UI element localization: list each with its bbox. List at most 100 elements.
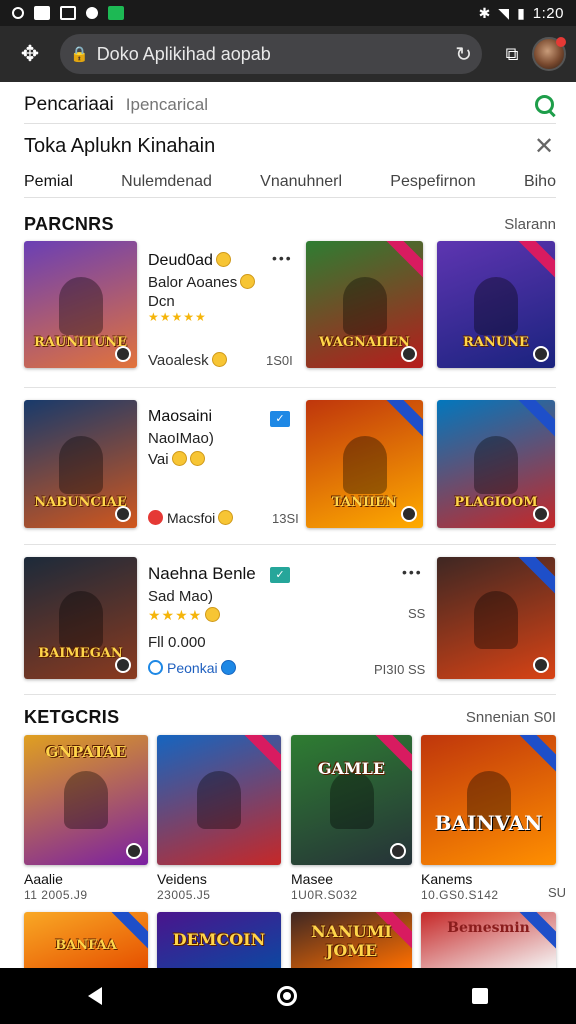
game-footer: Macsfoi [148, 510, 234, 526]
game-art [58, 591, 103, 650]
category-card[interactable]: GAMLE Masee 1U0R.S032 [291, 735, 412, 905]
more-icon[interactable]: ••• [402, 564, 423, 580]
category-count: 1U0R.S032 [291, 888, 358, 902]
avatar[interactable] [532, 37, 566, 71]
publisher-badge-icon [401, 506, 417, 522]
category-thumbnail: BAINVAN [421, 735, 556, 865]
game-thumbnail[interactable]: BAIMEGAN [24, 557, 137, 679]
publisher-badge-icon [533, 657, 549, 673]
category-count: 10.GS0.S142 [421, 888, 499, 902]
game-meta: 1S0I [266, 353, 293, 368]
tile-title: NANUMI JOME [311, 922, 392, 960]
category-thumbnail[interactable]: Bemesmin [421, 912, 556, 968]
tab-item[interactable]: Vnanuhnerl [260, 173, 342, 191]
tabs-icon[interactable]: ⧉ [492, 34, 532, 74]
ribbon-badge [241, 735, 281, 775]
game-tile[interactable]: WAGNAIIEN [306, 241, 423, 368]
category-thumbnail [157, 735, 281, 865]
game-art [474, 591, 518, 650]
battery-icon: ▮ [517, 4, 525, 21]
ribbon-badge [516, 735, 556, 775]
game-thumbnail[interactable]: NABUNCIAE [24, 400, 137, 528]
publisher-badge-icon [533, 346, 549, 362]
notification-icon [12, 7, 24, 19]
tab-item[interactable]: Pemial [24, 173, 73, 191]
tab-item[interactable]: Pespefirnon [390, 173, 475, 191]
game-art [64, 771, 108, 830]
game-art [474, 435, 518, 494]
game-footer: Vaoalesk [148, 352, 227, 369]
verified-icon: ✓ [270, 567, 290, 583]
publisher-badge-icon [533, 506, 549, 522]
game-art [197, 771, 241, 830]
ribbon-badge [515, 400, 555, 440]
game-meta-top: SS [408, 606, 426, 621]
notification-icons [12, 6, 124, 20]
tile-title: BAINVAN [434, 811, 543, 835]
pin-icon [148, 660, 163, 675]
category-thumbnail[interactable]: BANFAA [24, 912, 148, 968]
game-footer: Peonkai [148, 660, 236, 676]
divider [24, 544, 556, 545]
search-icon[interactable] [534, 94, 556, 116]
home-icon[interactable] [276, 986, 297, 1006]
game-developer: NaoIMao) [148, 430, 214, 447]
emoji-icon [215, 252, 231, 267]
game-art [329, 771, 374, 830]
publisher-badge-icon [115, 506, 131, 522]
ribbon-badge [515, 557, 555, 597]
tile-title: Bemesmin [447, 920, 530, 936]
game-tile[interactable]: TANIIEN [306, 400, 423, 528]
browser-toolbar: ✥ 🔒 Doko Aplikihad aopab ↻ ⧉ [0, 26, 576, 82]
pin-icon [148, 510, 163, 525]
game-detail: Vai [148, 451, 169, 468]
emoji-icon [220, 660, 236, 675]
publisher-badge-icon [115, 657, 131, 673]
category-card[interactable]: BAINVAN Kanems 10.GS0.S142 [421, 735, 556, 905]
bluetooth-icon: ✱ [478, 4, 491, 21]
back-icon[interactable]: ✥ [10, 34, 50, 74]
game-tile[interactable]: RANUNE [437, 241, 555, 368]
game-art [342, 435, 387, 494]
category-name: Aaalie [24, 871, 63, 887]
verified-icon: ✓ [270, 411, 290, 427]
divider [24, 387, 556, 388]
tile-title: GNPATAE [45, 743, 127, 761]
emoji-icon [218, 510, 234, 525]
category-card[interactable]: Veidens 23005.J5 [157, 735, 281, 905]
game-art [342, 276, 387, 335]
game-tile[interactable] [437, 557, 555, 679]
section-title: PARCNRS [24, 213, 114, 234]
more-icon[interactable]: ••• [272, 250, 293, 266]
category-name: Veidens [157, 871, 207, 887]
game-thumbnail[interactable]: RAUNITUNE [24, 241, 137, 368]
game-developer: Balor Aoanes [148, 274, 238, 291]
notification-icon [34, 6, 50, 20]
address-bar[interactable]: 🔒 Doko Aplikihad aopab ↻ [60, 34, 482, 74]
category-card[interactable]: GNPATAE Aaalie 11 2005.J9 [24, 735, 148, 905]
section-title: KETGCRIS [24, 706, 120, 727]
publisher-badge-icon [126, 843, 142, 859]
lock-icon: 🔒 [70, 46, 89, 63]
back-icon[interactable] [87, 987, 102, 1005]
partners-header: PARCNRS Slarann [24, 212, 556, 236]
category-thumbnail[interactable]: NANUMI JOME [291, 912, 412, 968]
tab-item[interactable]: Nulemdenad [121, 173, 212, 191]
wifi-icon: ◥ [498, 4, 510, 21]
game-art [58, 435, 103, 494]
game-tile[interactable]: PLAGIOOM [437, 400, 555, 528]
ribbon-badge [515, 241, 555, 281]
close-icon[interactable]: ✕ [532, 132, 556, 161]
game-price: Fll 0.000 [148, 634, 206, 651]
category-thumbnail: GAMLE [291, 735, 412, 865]
category-thumbnail[interactable]: DEMCOIN [157, 912, 281, 968]
section-link[interactable]: Slarann [504, 216, 556, 233]
system-nav-bar [0, 968, 576, 1024]
search-input[interactable] [125, 94, 534, 115]
section-link[interactable]: Snnenian S0I [466, 709, 556, 726]
tile-title: DEMCOIN [172, 930, 266, 949]
publisher-badge-icon [401, 346, 417, 362]
reload-icon[interactable]: ↻ [455, 42, 472, 67]
tab-item[interactable]: Biho [524, 173, 556, 191]
recents-icon[interactable] [472, 988, 489, 1004]
